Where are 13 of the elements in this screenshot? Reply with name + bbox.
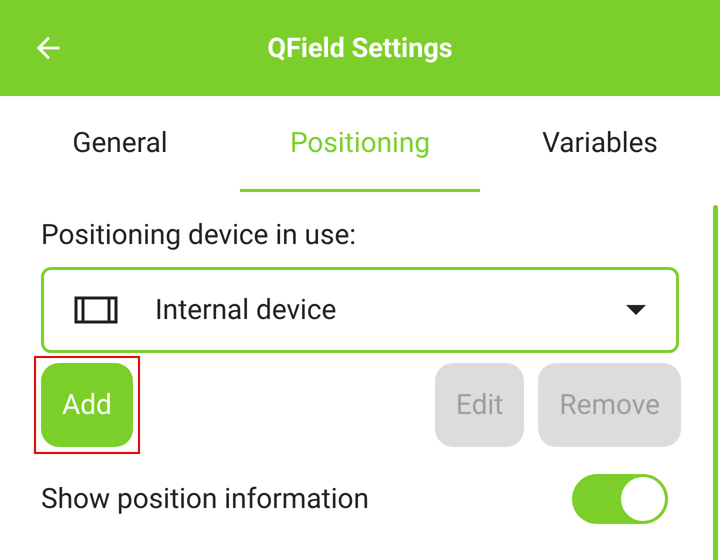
dropdown-value: Internal device [155,292,338,328]
tab[interactable]: General [0,96,240,192]
tab[interactable]: Positioning [240,96,480,192]
device-button[interactable]: Add [41,363,133,447]
scrollbar[interactable] [713,205,718,560]
toggle-label: Show position information [41,481,369,517]
device-icon [74,296,118,324]
field-label: Positioning device in use: [41,218,358,252]
caret-icon [626,305,646,315]
device-dropdown[interactable]: Internal device [41,267,679,353]
window-title: QField Settings [267,30,453,66]
toggle-switch[interactable] [572,474,668,524]
tab[interactable]: Variables [480,96,720,192]
